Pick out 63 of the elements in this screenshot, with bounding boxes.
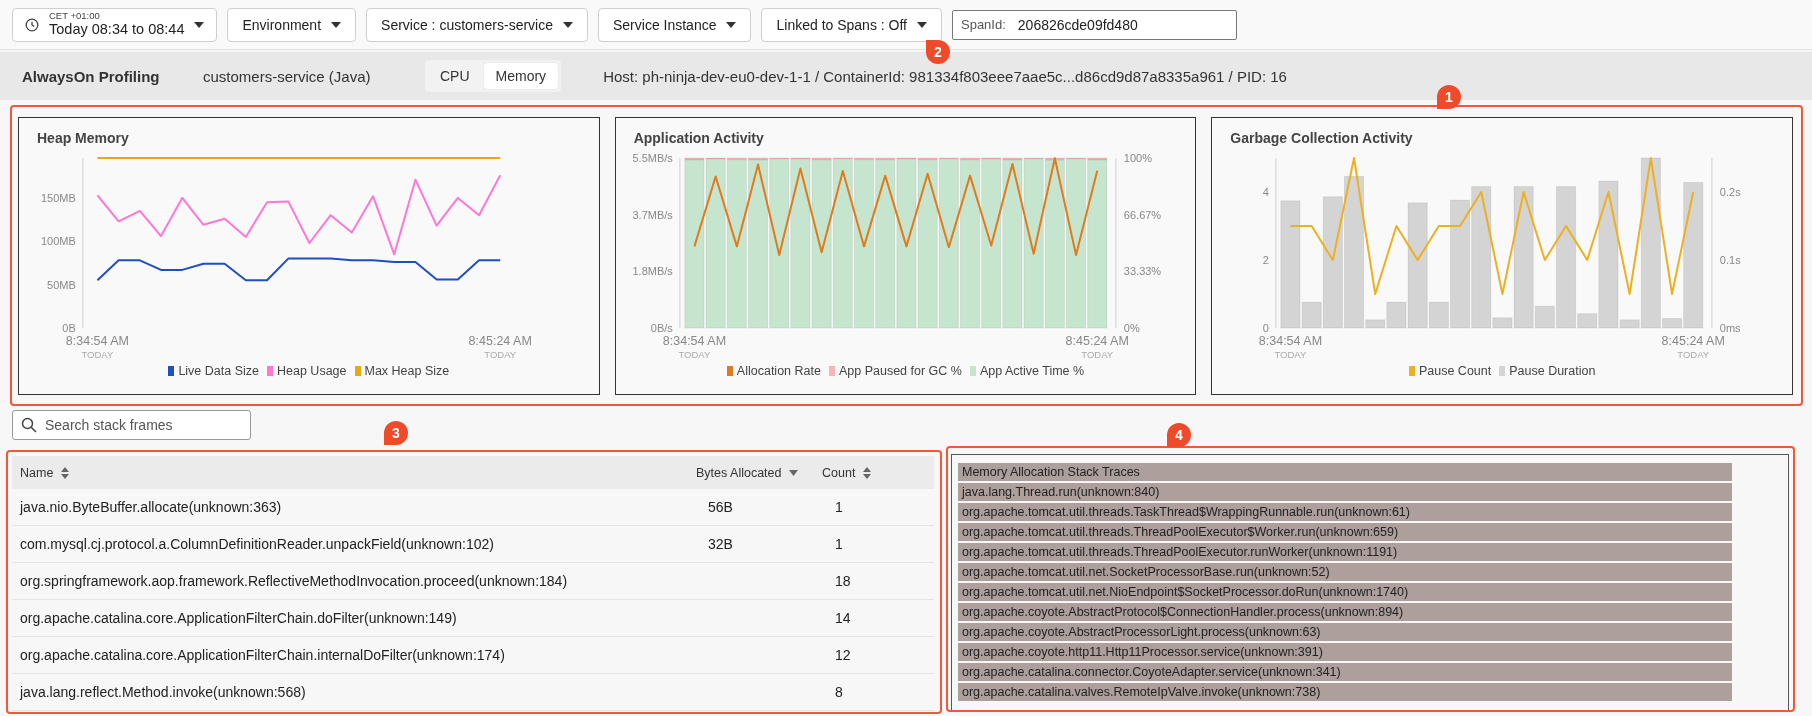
table-cell: 8 (835, 684, 843, 700)
day-label: TODAY (1080, 349, 1113, 360)
chart-title: Heap Memory (36, 130, 130, 146)
table-cell: 14 (835, 610, 851, 626)
axis-tick-label: 0.2s (1720, 186, 1741, 198)
axis-tick-label: 33.33% (1123, 265, 1161, 278)
legend-label: Pause Duration (1509, 364, 1596, 378)
axis-tick-label: 100MB (40, 235, 76, 248)
time-label: 8:45:24 AM (468, 334, 532, 348)
legend-label: App Active Time % (979, 364, 1085, 378)
axis-tick-label: 50MB (47, 278, 76, 291)
axis-tick-label: 4 (1263, 186, 1270, 198)
table-cell: 12 (835, 647, 851, 663)
stack-trace-title: Memory Allocation Stack Traces (958, 463, 1732, 481)
table-cell-text: java.lang.reflect.Method.invoke(unknown:568) (18, 684, 307, 700)
legend-label: Heap Usage (277, 364, 347, 378)
table-cell-text: org.springframework.aop.framework.ReflectiveMethodInvocation.proceed(unknown:184) (19, 573, 569, 589)
legend-label: App Paused for GC % (838, 364, 962, 378)
time-label: 8:45:24 AM (1065, 334, 1129, 348)
chart-title: Application Activity (632, 130, 765, 146)
time-label: 8:34:54 AM (1259, 334, 1323, 348)
axis-tick-label: 0% (1123, 322, 1140, 334)
axis-tick-label: 150MB (40, 191, 76, 204)
axis-tick-label: 1.8MB/s (632, 265, 673, 278)
field-label: SpanId: (961, 17, 1006, 32)
legend-label: Live Data Size (178, 364, 259, 378)
table-cell: 18 (835, 573, 851, 589)
axis-tick-label: 2 (1263, 254, 1270, 266)
table-cell: 56B (708, 499, 733, 515)
legend-label: Allocation Rate (736, 364, 821, 378)
axis-tick-label: 0B (62, 322, 76, 334)
day-label: TODAY (1677, 349, 1710, 360)
table-cell: 1 (835, 499, 843, 515)
day-label: TODAY (678, 349, 710, 360)
chart-title: Garbage Collection Activity (1229, 130, 1414, 146)
table-cell-text: java.nio.ByteBuffer.allocate(unknown:363) (18, 499, 283, 515)
legend-label: Pause Count (1418, 364, 1492, 378)
page-title: AlwaysOn Profiling (22, 67, 161, 85)
axis-tick-label: 5.5MB/s (632, 152, 673, 164)
day-label: TODAY (81, 349, 114, 360)
day-label: TODAY (484, 349, 517, 360)
table-cell-text: com.mysql.cj.protocol.a.ColumnDefinitionReader.unpackField(unknown:102) (19, 536, 495, 552)
service-name: customers-service (Java) (203, 67, 372, 85)
axis-tick-label: 66.67% (1123, 208, 1161, 221)
time-label: 8:34:54 AM (65, 334, 130, 348)
legend-label: Max Heap Size (364, 364, 450, 378)
time-label: 8:45:24 AM (1661, 334, 1726, 348)
table-cell: 1 (835, 536, 843, 552)
annotation-badge: 3 (384, 421, 408, 445)
host-info: Host: ph-ninja-dev-eu0-dev-1-1 / ContainerId: 981334f803eee7aae5c...d86cd9d87a8335a961 / PID: 16 (603, 67, 1287, 85)
annotation-badge: 4 (1167, 423, 1191, 447)
table-cell: 32B (708, 536, 733, 552)
time-label: 8:34:54 AM (662, 334, 726, 348)
table-cell-text: org.apache.catalina.core.ApplicationFilterChain.doFilter(unknown:149) (19, 610, 458, 626)
day-label: TODAY (1274, 349, 1307, 360)
axis-tick-label: 0B/s (650, 322, 673, 334)
axis-tick-label: 0 (1263, 322, 1270, 334)
axis-tick-label: 0.1s (1720, 254, 1741, 266)
axis-tick-label: 0ms (1720, 322, 1741, 334)
axis-tick-label: 3.7MB/s (632, 208, 673, 221)
axis-tick-label: 100% (1123, 152, 1152, 164)
annotation-badge: 1 (1437, 85, 1461, 109)
table-cell-text: org.apache.catalina.core.ApplicationFilterChain.internalDoFilter(unknown:174) (19, 647, 506, 663)
